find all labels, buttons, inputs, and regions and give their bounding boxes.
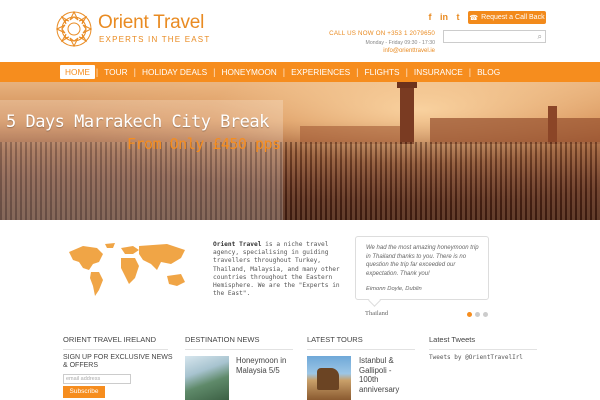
- tweets-by-link[interactable]: Tweets by @OrientTravelIrl: [429, 354, 523, 361]
- nav-item-home[interactable]: HOME: [60, 65, 95, 79]
- hero-slider[interactable]: 5 Days Marrakech City Break From Only £4…: [0, 82, 600, 220]
- logo-tagline: EXPERTS IN THE EAST: [99, 35, 211, 44]
- newsletter-email-input[interactable]: email address: [63, 374, 131, 384]
- nav-item-honeymoon[interactable]: HONEYMOON: [216, 65, 281, 79]
- about-text: Orient Travel is a niche travel agency, …: [213, 241, 347, 298]
- col-divider: [63, 349, 168, 350]
- call-number: CALL US NOW ON +353 1 2079650: [329, 30, 435, 37]
- phone-icon: ☎: [469, 14, 479, 22]
- logo-title: Orient Travel: [98, 12, 205, 33]
- nav-link-honeymoon[interactable]: HONEYMOON: [216, 65, 281, 79]
- search-icon[interactable]: ⌕: [538, 32, 542, 42]
- hero-photo-building: [430, 118, 600, 144]
- news-item-link[interactable]: Honeymoon in Malaysia 5/5: [236, 356, 296, 375]
- nav-link-flights[interactable]: FLIGHTS: [360, 65, 405, 79]
- nav-link-holiday-deals[interactable]: HOLIDAY DEALS: [137, 65, 212, 79]
- site-header: Orient Travel EXPERTS IN THE EAST f in t…: [0, 0, 600, 60]
- col-divider: [307, 349, 415, 350]
- nav-link-tour[interactable]: TOUR: [99, 65, 132, 79]
- nav-item-flights[interactable]: FLIGHTS: [360, 65, 405, 79]
- testimonial-country: Thailand: [365, 310, 389, 317]
- hero-photo-minaret: [548, 106, 557, 144]
- nav-item-blog[interactable]: BLOG: [472, 65, 505, 79]
- facebook-icon[interactable]: f: [426, 13, 434, 22]
- nav-item-tour[interactable]: TOUR: [99, 65, 132, 79]
- testimonial-pager: [467, 312, 488, 317]
- nav-link-experiences[interactable]: EXPERIENCES: [286, 65, 355, 79]
- logo[interactable]: Orient Travel EXPERTS IN THE EAST: [55, 10, 209, 50]
- logo-mandala-icon: [55, 10, 93, 48]
- hero-title[interactable]: 5 Days Marrakech City Break: [6, 112, 269, 132]
- twitter-icon[interactable]: t: [454, 13, 462, 22]
- col-title-latest-tweets: Latest Tweets: [429, 335, 476, 344]
- signup-heading: SIGN UP FOR EXCLUSIVE NEWS & OFFERS: [63, 354, 173, 369]
- col-title-latest-tours: LATEST TOURS: [307, 335, 363, 344]
- pager-dot[interactable]: [467, 312, 472, 317]
- tour-thumbnail[interactable]: [307, 356, 351, 400]
- col-divider: [185, 349, 293, 350]
- pager-dot[interactable]: [483, 312, 488, 317]
- request-callback-button[interactable]: ☎ Request a Call Back: [468, 11, 546, 24]
- contact-info: CALL US NOW ON +353 1 2079650 Monday - F…: [329, 30, 435, 54]
- nav-item-holiday-deals[interactable]: HOLIDAY DEALS: [137, 65, 212, 79]
- about-body: is a niche travel agency, specialising i…: [213, 241, 340, 298]
- linkedin-icon[interactable]: in: [440, 13, 448, 22]
- about-brand: Orient Travel: [213, 241, 262, 248]
- tour-item-link[interactable]: Istanbul & Gallipoli - 100th anniversary: [359, 356, 409, 394]
- testimonial-author: Eimonn Doyle, Dublin: [366, 286, 422, 293]
- request-callback-label: Request a Call Back: [481, 14, 545, 21]
- social-links: f in t: [426, 13, 462, 22]
- testimonial-card: We had the most amazing honeymoon trip i…: [355, 236, 489, 300]
- subscribe-button[interactable]: Subscribe: [63, 386, 105, 398]
- col-title-destination-news: DESTINATION NEWS: [185, 335, 260, 344]
- nav-item-insurance[interactable]: INSURANCE: [409, 65, 468, 79]
- contact-email[interactable]: info@orienttravel.ie: [329, 48, 435, 54]
- main-nav: HOME | TOUR | HOLIDAY DEALS | HONEYMOON …: [0, 62, 600, 82]
- col-divider: [429, 349, 537, 350]
- nav-link-insurance[interactable]: INSURANCE: [409, 65, 468, 79]
- world-map-image: [69, 243, 185, 296]
- hero-photo-minaret: [397, 82, 417, 144]
- testimonial-quote: We had the most amazing honeymoon trip i…: [366, 245, 479, 277]
- search-input[interactable]: ⌕: [443, 30, 546, 43]
- nav-link-blog[interactable]: BLOG: [472, 65, 505, 79]
- news-thumbnail[interactable]: [185, 356, 229, 400]
- office-hours: Monday - Friday 09:30 - 17:30: [365, 40, 436, 46]
- nav-item-experiences[interactable]: EXPERIENCES: [286, 65, 355, 79]
- hero-price[interactable]: From Only £450 pps: [127, 135, 281, 153]
- col-title-ireland: ORIENT TRAVEL IRELAND: [63, 335, 157, 344]
- pager-dot[interactable]: [475, 312, 480, 317]
- trojan-horse-image: [317, 368, 339, 390]
- nav-link-home[interactable]: HOME: [60, 65, 95, 79]
